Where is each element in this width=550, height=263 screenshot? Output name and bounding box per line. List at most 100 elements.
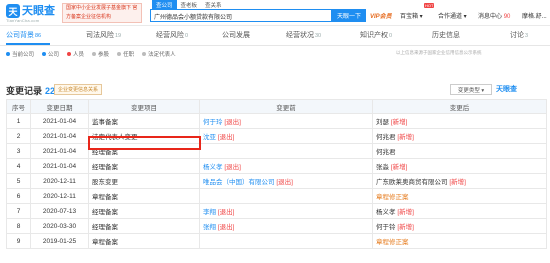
user-menu[interactable]: 摩格.舒... [522, 11, 547, 20]
logo-icon: 天 [6, 4, 20, 18]
tab-company-development[interactable]: 公司发展 [222, 30, 250, 40]
cell-date: 2021-01-04 [30, 158, 89, 174]
tab-history-info[interactable]: 历史信息 [432, 30, 460, 40]
dot-icon [117, 52, 122, 56]
cell-date: 2020-07-13 [30, 203, 89, 219]
cell-item: 经理备案 [88, 218, 200, 234]
after-name[interactable]: 章程修正案 [376, 239, 409, 246]
legend-label: 公司 [48, 52, 60, 58]
tab-operation-risk[interactable]: 经营风险0 [156, 30, 188, 40]
before-name-link[interactable]: 杨义孝 [203, 164, 223, 171]
after-name[interactable]: 章程修正案 [376, 194, 409, 201]
cell-item: 章程备案 [88, 233, 200, 249]
tab-count: 19 [115, 33, 122, 39]
search-button[interactable]: 天眼一下 [332, 9, 366, 22]
cell-before: 何于玲 [退出] [199, 113, 373, 129]
cell-before: 沈亚 [退出] [199, 128, 373, 144]
cell-item: 经理备案 [88, 158, 200, 174]
section-title: 变更记录 22 [6, 84, 55, 97]
before-tag: [退出] [276, 179, 293, 186]
table-header-row: 序号 变更日期 变更项目 变更前 变更后 [6, 99, 547, 114]
before-name-link[interactable]: 何于玲 [203, 119, 223, 126]
after-tag: [新增] [449, 179, 466, 186]
tab-judicial-risk[interactable]: 司法风险19 [86, 30, 121, 40]
logo[interactable]: 天 天眼查 [6, 4, 55, 18]
before-name-link[interactable]: 张翔 [203, 224, 216, 231]
legend-shareholding: 参股 [92, 50, 109, 58]
col-header-after: 变更后 [372, 99, 547, 114]
cell-index: 2 [6, 128, 31, 144]
legend-company: 公司 [42, 50, 59, 58]
cooperation-menu[interactable]: 合作通道 ▾ [438, 11, 467, 20]
vip-member-link[interactable]: VIP会员 [370, 11, 392, 20]
highlight-box [88, 136, 201, 150]
top-header: 天 天眼查 TianYanCha.com 国家中小企业发展子基金旗下 官方备案企… [0, 0, 550, 26]
legend-label: 人员 [73, 52, 85, 58]
promo-banner[interactable]: 国家中小企业发展子基金旗下 官方备案企业征信机构 [62, 3, 142, 23]
dot-icon [67, 52, 72, 56]
table-row: 6 2020-12-11 章程备案 章程修正案 [6, 188, 547, 204]
tab-intellectual-property[interactable]: 知识产权0 [360, 30, 392, 40]
dot-icon [6, 52, 10, 56]
watermark-logo: 天眼查 [496, 86, 517, 93]
table-row: 8 2020-03-30 经理备案 张翔 [退出] 何于铃 [新增] [6, 218, 547, 234]
legend-label: 当前公司 [12, 52, 35, 58]
after-tag: [新增] [390, 119, 408, 126]
after-tag: [新增] [397, 209, 414, 216]
tab-discussion[interactable]: 讨论3 [510, 30, 528, 40]
message-count: 90 [503, 14, 511, 20]
tab-label: 讨论 [510, 32, 524, 39]
before-name-link[interactable]: 李翔 [203, 209, 216, 216]
after-name: 张淼 [376, 164, 389, 171]
change-type-dropdown[interactable]: 变更类型 ▾ [450, 84, 492, 95]
col-header-date: 变更日期 [30, 99, 89, 114]
message-center[interactable]: 消息中心 90 [478, 11, 510, 20]
dimension-tabs: 公司背景86 司法风险19 经营风险0 公司发展 经营状况30 知识产权0 历史… [0, 30, 550, 43]
section-title-text: 变更记录 [6, 86, 43, 96]
hot-badge: HOT [424, 3, 435, 8]
baibao-menu[interactable]: 百宝箱 ▾ [400, 11, 423, 20]
tab-label: 公司背景 [6, 32, 34, 39]
divider [0, 45, 550, 46]
cell-date: 2020-12-11 [30, 173, 89, 189]
before-name-link[interactable]: 沈亚 [203, 134, 216, 141]
legend-label: 任职 [123, 52, 135, 58]
tab-label: 司法风险 [86, 32, 114, 39]
cell-item: 章程备案 [88, 188, 200, 204]
cell-before: 张翔 [退出] [199, 218, 373, 234]
cell-index: 5 [6, 173, 31, 189]
legend-legal-rep: 法定代表人 [142, 50, 176, 58]
before-tag: [退出] [224, 119, 241, 126]
tab-label: 历史信息 [432, 32, 460, 39]
dot-icon [92, 52, 97, 56]
cell-before: 杨义孝 [退出] [199, 158, 373, 174]
cell-index: 6 [6, 188, 31, 204]
cell-before [199, 188, 373, 204]
cell-after: 章程修正案 [372, 233, 547, 249]
before-tag: [退出] [224, 164, 241, 171]
cell-date: 2019-01-25 [30, 233, 89, 249]
legend-label: 参股 [98, 52, 110, 58]
col-header-before: 变更前 [199, 99, 373, 114]
cell-date: 2021-01-04 [30, 128, 89, 144]
table-row: 5 2020-12-11 股东变更 唯品会（中国）有限公司 [退出] 广东欧莱奥商贸有限… [6, 173, 547, 189]
col-header-index: 序号 [6, 99, 31, 114]
tab-company-background[interactable]: 公司背景86 [6, 30, 41, 40]
after-name: 广东欧莱奥商贸有限公司 [376, 179, 448, 186]
before-name-link[interactable]: 唯品会（中国）有限公司 [203, 179, 275, 186]
legend-person: 人员 [67, 50, 84, 58]
tab-label: 知识产权 [360, 32, 388, 39]
cell-after: 广东欧莱奥商贸有限公司 [新增] [372, 173, 547, 189]
relation-tag-button[interactable]: 企业变更信息关系 [54, 84, 103, 95]
table-row: 7 2020-07-13 经理备案 李翔 [退出] 杨义孝 [新增] [6, 203, 547, 219]
cell-date: 2021-01-04 [30, 113, 89, 129]
tab-count: 0 [389, 33, 393, 39]
tab-operation-status[interactable]: 经营状况30 [286, 30, 321, 40]
cooperation-label: 合作通道 [438, 14, 463, 20]
search-input[interactable]: 广州德品会小额贷款有限公司 [150, 9, 332, 22]
cell-item: 监事备案 [88, 113, 200, 129]
tab-label: 经营状况 [286, 32, 314, 39]
table-row: 4 2021-01-04 经理备案 杨义孝 [退出] 张淼 [新增] [6, 158, 547, 174]
after-tag: [新增] [397, 134, 414, 141]
cell-after: 刘瑟 [新增] [372, 113, 547, 129]
